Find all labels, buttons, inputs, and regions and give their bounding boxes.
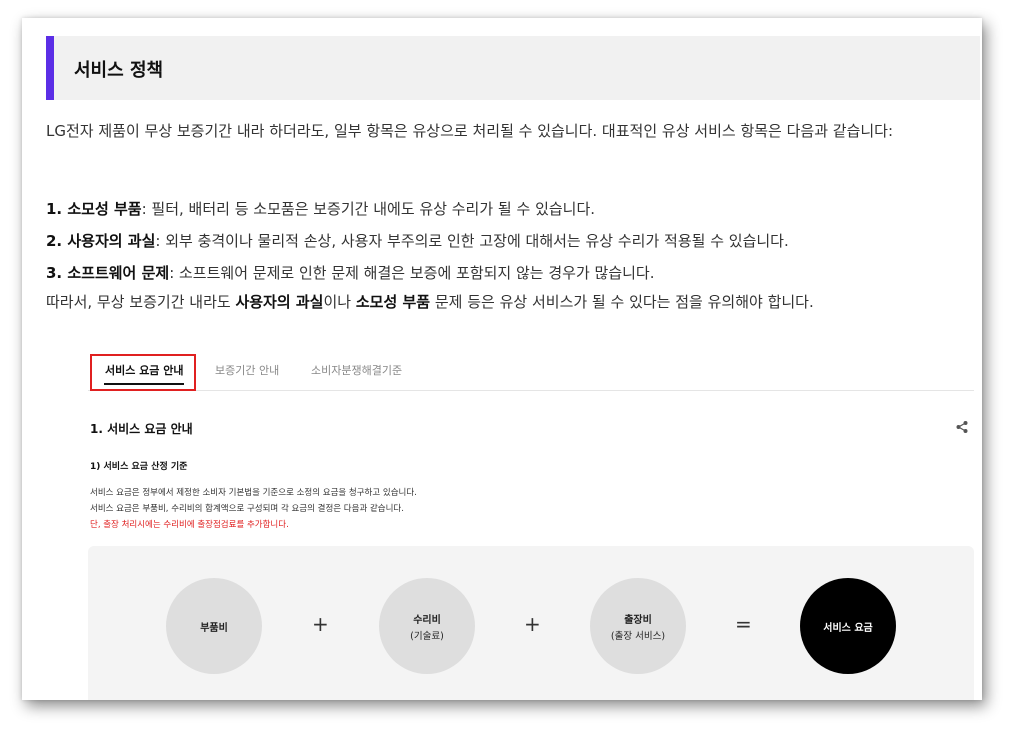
header-accent-bar (46, 36, 54, 100)
conclusion-paragraph: 따라서, 무상 보증기간 내라도 사용자의 과실이나 소모성 부품 문제 등은 … (46, 289, 976, 315)
equals-operator: = (735, 612, 752, 636)
circle-label: 출장비 (624, 614, 652, 626)
description-line: 서비스 요금은 정부에서 제정한 소비자 기본법을 기준으로 소정의 요금을 청… (90, 488, 417, 498)
tab-dispute[interactable]: 소비자분쟁해결기준 (311, 362, 402, 378)
circle-label: 서비스 요금 (823, 622, 873, 634)
repair-fee-circle: 수리비 (기술료) (379, 578, 475, 674)
highlight-box (90, 354, 196, 391)
list-item: 1. 소모성 부품: 필터, 배터리 등 소모품은 보증기간 내에도 유상 수리… (46, 193, 976, 225)
circle-sublabel: (기술료) (410, 630, 444, 642)
notice-line: 단, 출장 처리시에는 수리비에 출장점검료를 추가합니다. (90, 520, 289, 530)
plus-operator: + (524, 612, 541, 636)
list-item-desc: : 소프트웨어 문제로 인한 문제 해결은 보증에 포함되지 않는 경우가 많습… (169, 264, 655, 282)
trip-fee-circle: 출장비 (출장 서비스) (590, 578, 686, 674)
section-title: 1. 서비스 요금 안내 (90, 422, 193, 436)
list-item-desc: : 외부 충격이나 물리적 손상, 사용자 부주의로 인한 고장에 대해서는 유… (155, 232, 789, 250)
list-item-term: 3. 소프트웨어 문제 (46, 264, 170, 282)
page-title: 서비스 정책 (74, 60, 164, 81)
list-item-term: 1. 소모성 부품 (46, 200, 142, 218)
conclusion-text: 문제 등은 유상 서비스가 될 수 있다는 점을 유의해야 합니다. (430, 293, 814, 311)
tab-warranty[interactable]: 보증기간 안내 (215, 362, 279, 378)
conclusion-bold: 사용자의 과실 (235, 293, 324, 311)
conclusion-text: 따라서, 무상 보증기간 내라도 (46, 293, 236, 311)
service-fee-result-circle: 서비스 요금 (800, 578, 896, 674)
description-line: 서비스 요금은 부품비, 수리비의 합계액으로 구성되며 각 요금의 결정은 다… (90, 504, 404, 514)
section-header: 서비스 정책 (46, 36, 980, 100)
list-item-term: 2. 사용자의 과실 (46, 232, 156, 250)
tab-bar: 서비스 요금 안내 보증기간 안내 소비자분쟁해결기준 (88, 354, 974, 391)
fee-formula-diagram: 부품비 + 수리비 (기술료) + 출장비 (출장 서비스) = 서비스 요금 (88, 546, 974, 700)
circle-sublabel: (출장 서비스) (610, 630, 666, 642)
document-card: 서비스 정책 LG전자 제품이 무상 보증기간 내라 하더라도, 일부 항목은 … (22, 18, 982, 700)
paid-service-list: 1. 소모성 부품: 필터, 배터리 등 소모품은 보증기간 내에도 유상 수리… (46, 193, 976, 315)
sub-title: 1) 서비스 요금 산정 기준 (90, 462, 188, 472)
list-item: 3. 소프트웨어 문제: 소프트웨어 문제로 인한 문제 해결은 보증에 포함되… (46, 257, 976, 289)
circle-label: 수리비 (413, 614, 441, 626)
conclusion-text: 이나 (323, 293, 356, 311)
share-icon[interactable] (955, 420, 969, 438)
conclusion-bold: 소모성 부품 (355, 293, 431, 311)
list-item: 2. 사용자의 과실: 외부 충격이나 물리적 손상, 사용자 부주의로 인한 … (46, 225, 976, 257)
intro-paragraph: LG전자 제품이 무상 보증기간 내라 하더라도, 일부 항목은 유상으로 처리… (46, 122, 894, 140)
parts-fee-circle: 부품비 (166, 578, 262, 674)
plus-operator: + (312, 612, 329, 636)
list-item-desc: : 필터, 배터리 등 소모품은 보증기간 내에도 유상 수리가 될 수 있습니… (141, 200, 596, 218)
circle-label: 부품비 (200, 622, 228, 634)
